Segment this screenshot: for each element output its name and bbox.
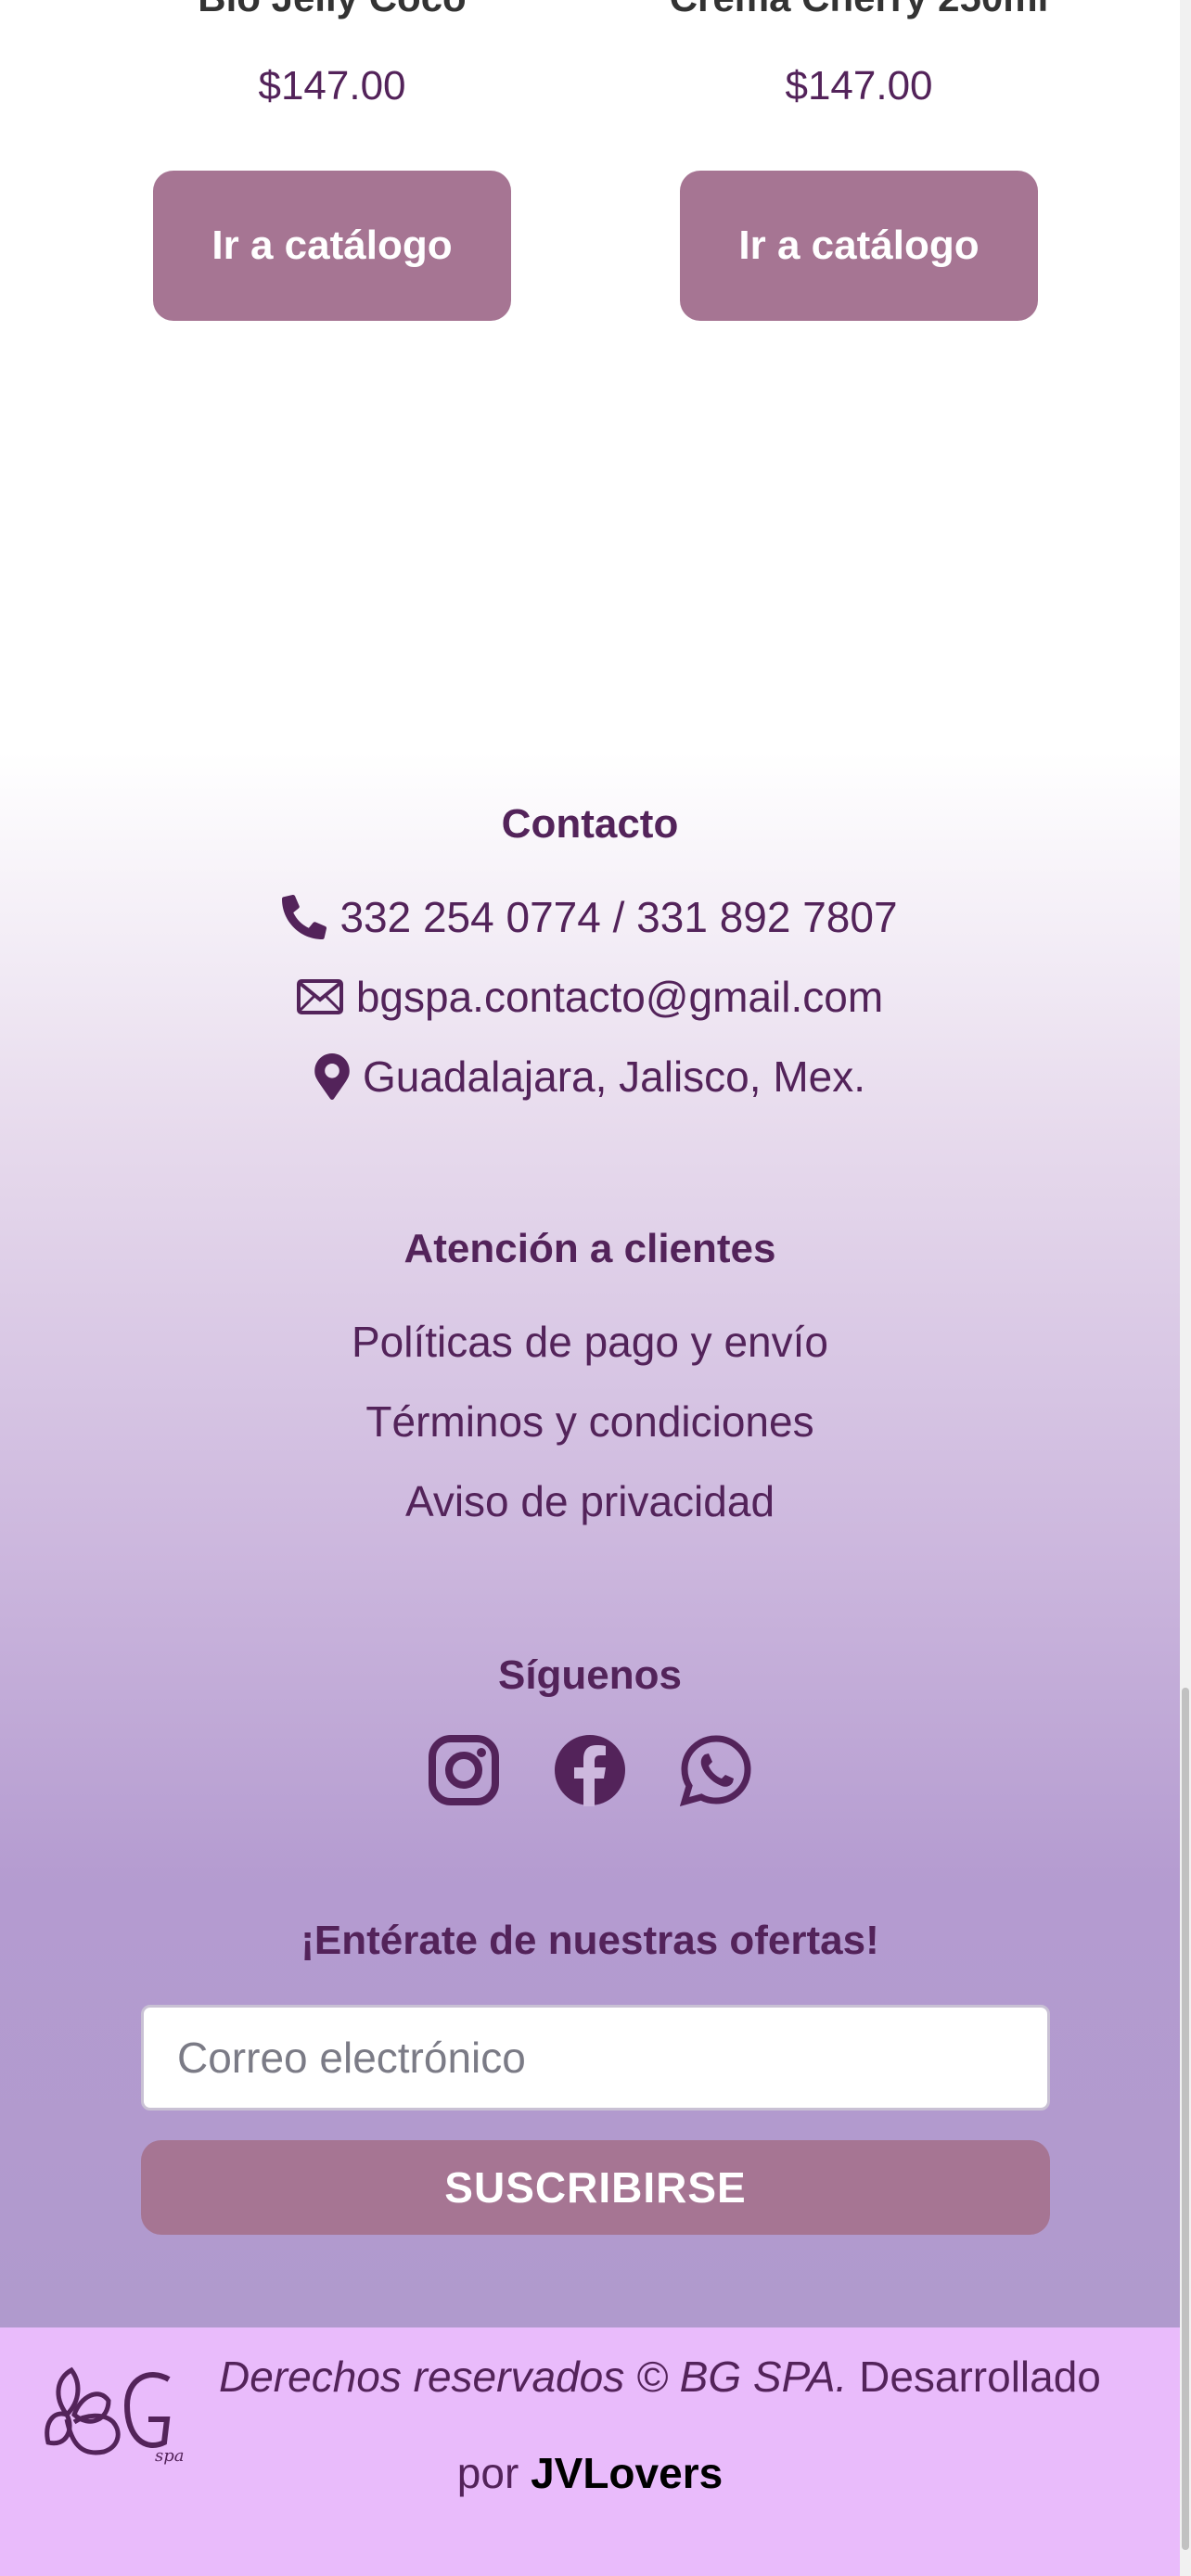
privacy-notice-link[interactable]: Aviso de privacidad xyxy=(0,1476,1180,1526)
scrollbar-track[interactable] xyxy=(1180,0,1191,2576)
newsletter-email-input[interactable] xyxy=(141,2005,1050,2111)
phone-text: 332 254 0774 / 331 892 7807 xyxy=(339,893,898,941)
map-pin-icon xyxy=(314,1053,350,1100)
contact-title: Contacto xyxy=(501,801,679,847)
product-price: $147.00 xyxy=(785,63,933,108)
instagram-icon[interactable] xyxy=(428,1734,500,1806)
por-text: por xyxy=(456,2449,519,2497)
location-text: Guadalajara, Jalisco, Mex. xyxy=(362,1052,866,1101)
developer-link[interactable]: JVLovers xyxy=(531,2449,723,2497)
product-name: Bio Jelly Coco xyxy=(96,0,569,20)
phone-icon xyxy=(282,894,327,940)
email-text: bgspa.contacto@gmail.com xyxy=(355,973,884,1021)
product-price: $147.00 xyxy=(258,63,406,108)
payment-shipping-policy-link[interactable]: Políticas de pago y envío xyxy=(0,1317,1180,1367)
products-section: Bio Jelly Coco $147.00 Ir a catálogo Cre… xyxy=(0,0,1191,751)
developed-by-text: Desarrollado xyxy=(859,2353,1101,2401)
terms-conditions-link[interactable]: Términos y condiciones xyxy=(0,1396,1180,1447)
contact-email[interactable]: bgspa.contacto@gmail.com xyxy=(0,972,1180,1022)
contact-location[interactable]: Guadalajara, Jalisco, Mex. xyxy=(0,1052,1180,1102)
go-to-catalog-button[interactable]: Ir a catálogo xyxy=(153,171,511,321)
whatsapp-icon[interactable] xyxy=(679,1734,752,1807)
go-to-catalog-button[interactable]: Ir a catálogo xyxy=(680,171,1038,321)
bottom-bar: spa Derechos reservados © BG SPA. Desarr… xyxy=(0,2327,1180,2576)
customer-service-title: Atención a clientes xyxy=(403,1226,776,1271)
contact-phone[interactable]: 332 254 0774 / 331 892 7807 xyxy=(0,892,1180,942)
subscribe-button[interactable]: SUSCRIBIRSE xyxy=(141,2140,1050,2235)
follow-us-title: Síguenos xyxy=(497,1652,683,1698)
scrollbar-thumb[interactable] xyxy=(1182,1688,1189,2550)
envelope-icon xyxy=(296,979,343,1014)
facebook-icon[interactable] xyxy=(554,1734,626,1806)
product-name: Crema Cherry 250ml xyxy=(622,0,1095,20)
copyright-text: Derechos reservados © BG SPA. Desarrolla… xyxy=(0,2327,1180,2497)
social-links xyxy=(0,1734,1180,1807)
footer: Contacto 332 254 0774 / 331 892 7807 bgs… xyxy=(0,751,1180,2327)
rights-text: Derechos reservados © BG SPA. xyxy=(219,2353,848,2401)
newsletter-title: ¡Entérate de nuestras ofertas! xyxy=(301,1918,879,1963)
